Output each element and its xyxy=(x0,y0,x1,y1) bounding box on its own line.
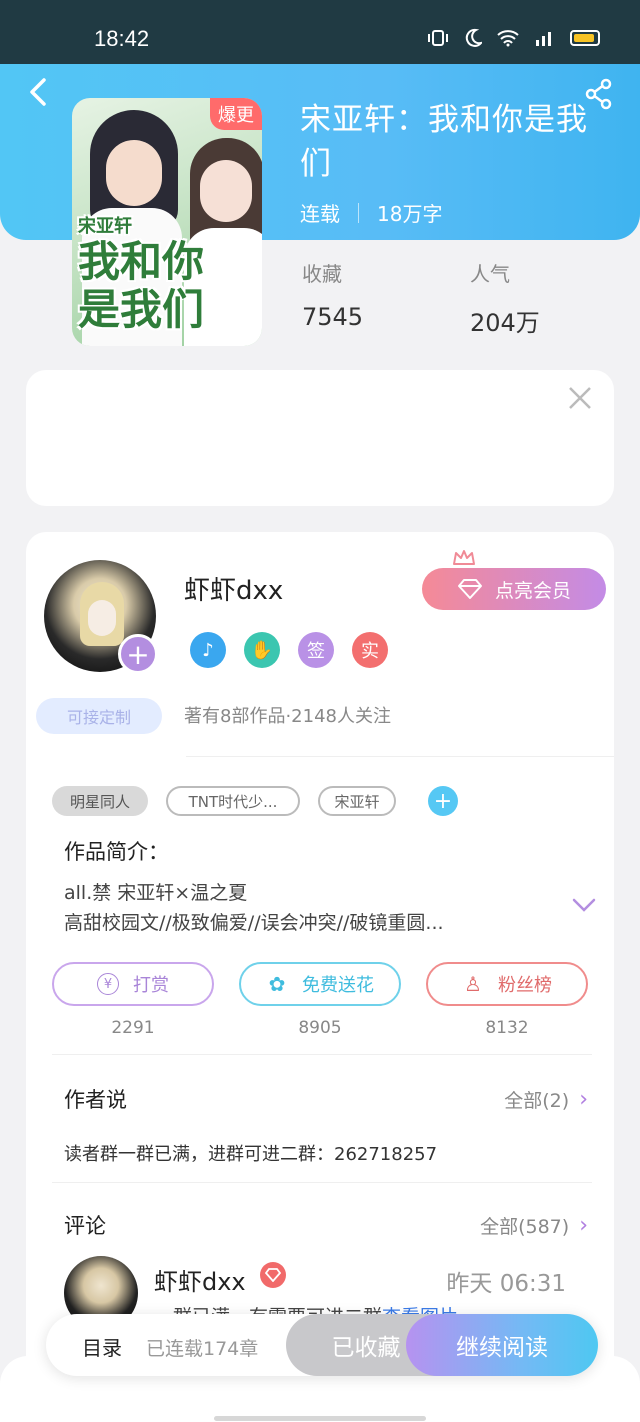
reward-count: 2291 xyxy=(111,1018,155,1038)
diamond-icon xyxy=(457,579,482,599)
author-says-more-link[interactable]: 全部(2) › xyxy=(504,1086,588,1113)
send-flower-button[interactable]: ✿ 免费送花 xyxy=(239,962,401,1006)
book-title: 宋亚轩：我和你是我们 xyxy=(300,102,588,182)
custom-order-tag: 可接定制 xyxy=(36,698,162,734)
intro-text[interactable]: all.禁 宋亚轩×温之夏 高甜校园文//极致偏爱//误会冲突//破镜重圆... xyxy=(64,878,534,938)
sign-badge-icon[interactable]: 签 xyxy=(298,632,334,668)
divider xyxy=(358,202,359,223)
add-tag-button[interactable]: + xyxy=(428,786,458,816)
handshake-icon[interactable]: ✋ xyxy=(244,632,280,668)
fan-rank-button[interactable]: ♙ 粉丝榜 xyxy=(426,962,588,1006)
chevron-down-icon[interactable] xyxy=(572,898,596,912)
serial-info: 已连载174章 xyxy=(146,1338,259,1360)
moon-icon xyxy=(465,28,482,47)
status-time: 18:42 xyxy=(94,26,150,51)
vibrate-icon xyxy=(428,30,448,46)
music-note-icon[interactable]: ♪ xyxy=(190,632,226,668)
tag-list: 明星同人 TNT时代少... 宋亚轩 + xyxy=(52,786,458,816)
book-word-count: 18万字 xyxy=(377,202,443,226)
close-icon[interactable] xyxy=(566,384,594,412)
status-icons xyxy=(426,28,600,48)
book-status: 连载 xyxy=(300,202,340,226)
divider xyxy=(186,756,614,757)
back-arrow-icon[interactable] xyxy=(24,74,54,110)
yuan-icon: ¥ xyxy=(97,973,119,995)
stat-favorites: 收藏 7545 xyxy=(302,262,364,331)
cover-title-art: 宋亚轩 我和你 是我们 xyxy=(78,216,205,334)
author-works-info: 著有8部作品·2148人关注 xyxy=(184,706,391,727)
continue-reading-button[interactable]: 继续阅读 xyxy=(406,1314,598,1376)
divider xyxy=(52,1182,592,1183)
flower-count: 8905 xyxy=(298,1018,342,1038)
cover-badge: 爆更 xyxy=(210,98,262,130)
book-meta: 连载 18万字 xyxy=(300,198,442,227)
book-detail-card: + 可接定制 虾虾dxx 点亮会员 ♪ ✋ 签 实 著有8部作品·2148人关注… xyxy=(26,532,614,1362)
stat-popularity: 人气 204万 xyxy=(470,262,540,337)
author-name[interactable]: 虾虾dxx xyxy=(184,570,283,607)
divider xyxy=(52,1054,592,1055)
ad-card xyxy=(26,370,614,506)
comments-more-link[interactable]: 全部(587) › xyxy=(480,1212,588,1239)
vip-diamond-icon xyxy=(260,1262,286,1288)
activate-vip-button[interactable]: 点亮会员 xyxy=(422,568,606,610)
author-says-text: 读者群一群已满，进群可进二群：262718257 xyxy=(64,1144,438,1165)
user-icon: ♙ xyxy=(464,972,482,996)
verified-badge-icon[interactable]: 实 xyxy=(352,632,388,668)
book-cover[interactable]: 宋亚轩 我和你 是我们 爆更 xyxy=(72,98,262,346)
author-says-title: 作者说 xyxy=(64,1088,127,1112)
tag-item[interactable]: TNT时代少... xyxy=(166,786,300,816)
chevron-right-icon: › xyxy=(579,1087,588,1112)
tag-item[interactable]: 明星同人 xyxy=(52,786,148,816)
tag-item[interactable]: 宋亚轩 xyxy=(318,786,396,816)
signal-icon xyxy=(536,32,551,46)
bottom-action-bar: 目录 已连载174章 已收藏 继续阅读 xyxy=(46,1314,598,1376)
follow-author-button[interactable]: + xyxy=(118,634,158,674)
battery-icon xyxy=(570,30,600,46)
crown-icon xyxy=(453,550,475,565)
comment-author-name[interactable]: 虾虾dxx xyxy=(154,1262,246,1297)
chevron-right-icon: › xyxy=(579,1213,588,1238)
author-badges: ♪ ✋ 签 实 xyxy=(190,632,388,668)
comments-title: 评论 xyxy=(64,1214,106,1238)
intro-title: 作品简介： xyxy=(64,840,169,864)
comment-time: 昨天 06:31 xyxy=(446,1271,566,1297)
catalog-button[interactable]: 目录 xyxy=(82,1332,122,1361)
wifi-icon xyxy=(497,30,519,47)
home-indicator[interactable] xyxy=(214,1416,426,1421)
flower-icon: ✿ xyxy=(268,972,286,996)
fan-count: 8132 xyxy=(485,1018,529,1038)
status-bar: 18:42 xyxy=(0,0,640,64)
reward-button[interactable]: ¥ 打赏 xyxy=(52,962,214,1006)
